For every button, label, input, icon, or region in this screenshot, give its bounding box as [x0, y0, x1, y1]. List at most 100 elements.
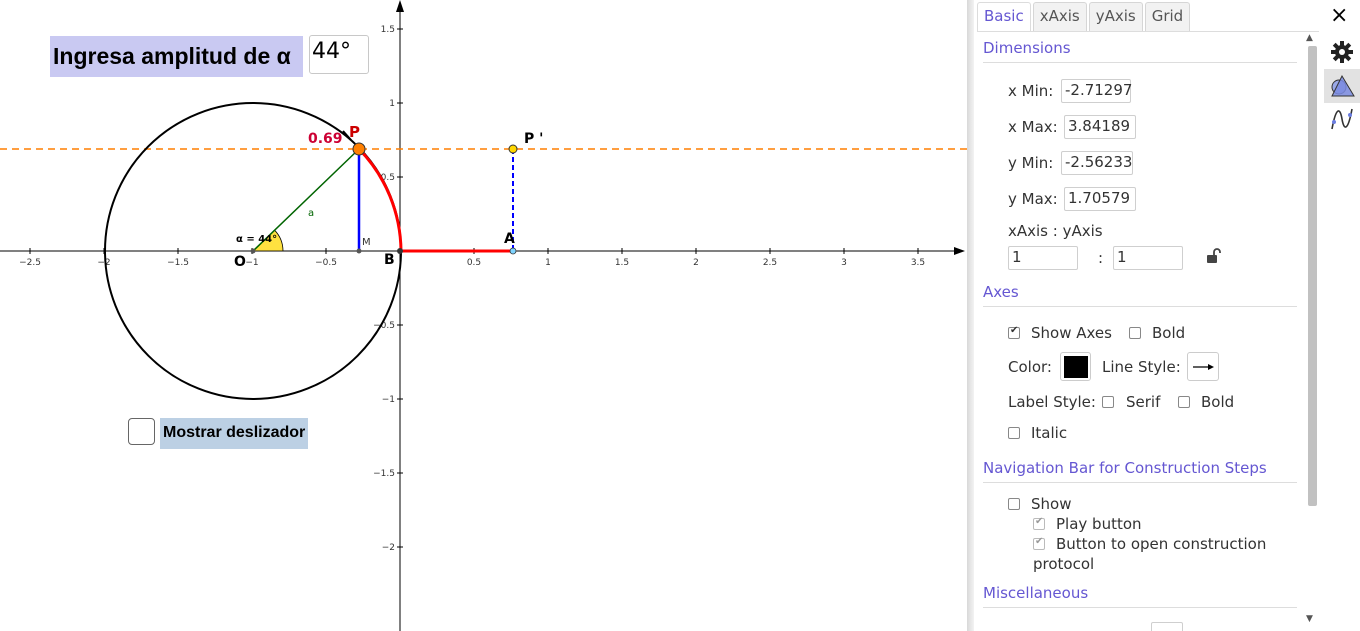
bold-axes-checkbox[interactable] — [1129, 327, 1141, 339]
y-tick-label: 1.5 — [381, 25, 395, 35]
scroll-down-icon[interactable]: ▼ — [1306, 614, 1313, 624]
ymin-label: y Min: — [1008, 154, 1054, 172]
italic-label: Italic — [1031, 424, 1068, 442]
arrow-line-icon — [1193, 364, 1214, 370]
xmax-field[interactable]: 3.84189 — [1064, 115, 1136, 139]
play-button-label: Play button — [1056, 515, 1142, 533]
play-button-checkbox[interactable] — [1033, 516, 1045, 530]
graphics-canvas[interactable]: −2.5 −2 −1.5 −1 −0.5 0.5 1 1.5 2 2.5 3 3.5 1.510.5−… — [0, 0, 967, 631]
xmin-label: x Min: — [1008, 82, 1054, 100]
serif-checkbox[interactable] — [1102, 396, 1114, 408]
show-axes-label: Show Axes — [1031, 324, 1112, 342]
x-tick-label: −0.5 — [315, 258, 337, 268]
ymax-label: y Max: — [1008, 190, 1058, 208]
bold-label-checkbox[interactable] — [1178, 396, 1190, 408]
x-tick-label: 3.5 — [911, 258, 925, 268]
italic-checkbox[interactable] — [1008, 427, 1020, 439]
point-M[interactable] — [356, 248, 362, 254]
y-tick-label: −1 — [382, 395, 395, 405]
protocol-button-label-cont: protocol — [1033, 555, 1095, 573]
misc-field-partial[interactable] — [1151, 622, 1183, 631]
x-tick-label: 1 — [545, 258, 551, 268]
point-P[interactable] — [352, 142, 366, 156]
bold-axes-label: Bold — [1152, 324, 1186, 342]
label-O: O — [234, 254, 246, 270]
label-angle: α = 44° — [236, 234, 277, 245]
ratio-x-field[interactable]: 1 — [1008, 246, 1078, 270]
ratio-separator: : — [1098, 249, 1104, 267]
x-tick-label: 2 — [693, 258, 699, 268]
color-label: Color: — [1008, 358, 1052, 376]
x-tick-label: −2.5 — [19, 258, 41, 268]
label-a: a — [308, 208, 314, 219]
red-arc — [357, 147, 403, 252]
y-tick-label: −2 — [382, 543, 395, 553]
show-navbar-checkbox[interactable] — [1008, 498, 1020, 510]
label-M: M — [362, 237, 371, 248]
tab-underline — [977, 31, 1319, 32]
show-slider-checkbox[interactable] — [128, 418, 155, 445]
close-icon[interactable]: × — [1330, 4, 1348, 28]
unlocked-padlock-icon[interactable] — [1205, 247, 1223, 265]
xmax-label: x Max: — [1008, 118, 1058, 136]
xmin-field[interactable]: -2.71297 — [1061, 79, 1132, 103]
algebra-curve-icon[interactable] — [1328, 105, 1356, 133]
section-dimensions-title: Dimensions — [983, 39, 1071, 57]
label-P: P — [349, 123, 360, 141]
y-axis-ticks: 1.510.5−0.5−1−1.5−2 — [373, 25, 403, 553]
point-B[interactable] — [397, 248, 403, 254]
label-P-prime: P ' — [524, 131, 543, 147]
line-style-label: Line Style: — [1102, 358, 1181, 376]
serif-label: Serif — [1126, 393, 1161, 411]
axis-ratio-label: xAxis : yAxis — [1008, 222, 1103, 240]
ratio-y-field[interactable]: 1 — [1113, 246, 1183, 270]
graphics-style-icon[interactable] — [1328, 72, 1356, 100]
protocol-button-checkbox[interactable] — [1033, 536, 1045, 550]
section-divider — [983, 306, 1297, 307]
point-P-prime[interactable] — [508, 144, 518, 154]
graphics-view[interactable]: −2.5 −2 −1.5 −1 −0.5 0.5 1 1.5 2 2.5 3 3.5 1.5 1 0.5−… — [0, 0, 967, 631]
tab-yaxis[interactable]: yAxis — [1088, 2, 1143, 31]
gear-icon[interactable] — [1328, 38, 1356, 66]
show-navbar-label: Show — [1031, 495, 1072, 513]
section-divider — [983, 482, 1297, 483]
protocol-button-label: Button to open construction — [1056, 535, 1267, 553]
point-O[interactable] — [250, 248, 256, 254]
x-tick-label: −2 — [97, 258, 110, 268]
y-axis-arrow — [396, 0, 404, 12]
section-misc-title: Miscellaneous — [983, 584, 1089, 602]
line-style-button[interactable] — [1187, 352, 1219, 381]
y-tick-label: 1 — [389, 99, 395, 109]
properties-content: Dimensions x Min: -2.71297 x Max: 3.8418… — [975, 33, 1305, 631]
section-divider — [983, 607, 1297, 608]
geogebra-app: −2.5 −2 −1.5 −1 −0.5 0.5 1 1.5 2 2.5 3 3.5 1.5 1 0.5−… — [0, 0, 1360, 631]
show-slider-label[interactable]: Mostrar deslizador — [160, 418, 308, 449]
tab-grid[interactable]: Grid — [1144, 2, 1191, 31]
x-axis-arrow — [954, 247, 965, 255]
scroll-up-icon[interactable]: ▲ — [1306, 33, 1313, 43]
ymin-field[interactable]: -2.56233 — [1061, 151, 1133, 175]
panel-divider[interactable] — [967, 0, 974, 631]
tab-xaxis[interactable]: xAxis — [1032, 2, 1087, 31]
tab-basic[interactable]: Basic — [977, 2, 1031, 31]
y-tick-label: −0.5 — [373, 321, 395, 331]
alpha-input-box[interactable]: 44° — [309, 35, 369, 74]
point-A[interactable] — [509, 247, 517, 255]
ymax-field[interactable]: 1.70579 — [1064, 187, 1136, 211]
x-tick-label: 2.5 — [763, 258, 777, 268]
section-divider — [983, 62, 1297, 63]
properties-tabs: Basic xAxis yAxis Grid — [977, 2, 1192, 32]
y-tick-label: −1.5 — [373, 469, 395, 479]
title-label: Ingresa amplitud de α — [50, 36, 303, 77]
color-swatch — [1064, 356, 1088, 378]
show-axes-checkbox[interactable] — [1008, 325, 1020, 339]
label-A: A — [504, 231, 515, 247]
label-value: 0.69 — [308, 131, 343, 147]
x-tick-label: 1.5 — [615, 258, 629, 268]
x-tick-label: 3 — [841, 258, 847, 268]
axes-color-button[interactable] — [1060, 352, 1091, 381]
panel-scroll-thumb[interactable] — [1308, 46, 1317, 506]
label-B: B — [384, 252, 395, 268]
x-tick-label: −1 — [245, 258, 258, 268]
bold-label-label: Bold — [1201, 393, 1235, 411]
